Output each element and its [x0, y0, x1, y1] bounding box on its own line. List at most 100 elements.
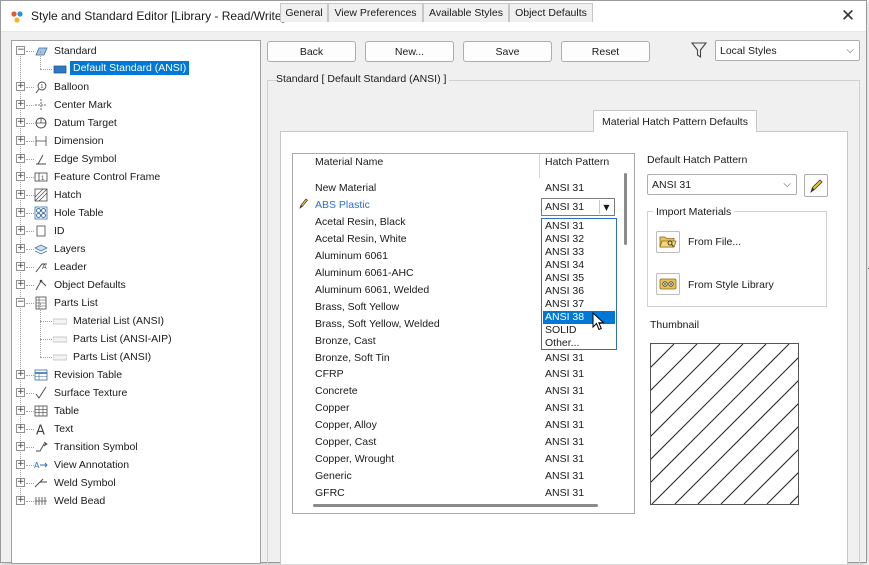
expand-icon[interactable]: +: [16, 460, 25, 469]
expand-icon[interactable]: +: [16, 100, 25, 109]
reset-button[interactable]: Reset: [561, 41, 650, 62]
tree-item-layers[interactable]: + Layers: [12, 240, 260, 258]
expand-icon[interactable]: +: [16, 82, 25, 91]
tab-available-styles[interactable]: Available Styles: [423, 3, 509, 22]
tree-item-table[interactable]: + Table: [12, 402, 260, 420]
default-hatch-dropdown[interactable]: ANSI 31 ⌵: [647, 174, 797, 195]
expand-icon[interactable]: +: [16, 118, 25, 127]
tree-item-weld-bead[interactable]: + Weld Bead: [12, 492, 260, 510]
hatch-pattern-cell[interactable]: ANSI 31: [545, 368, 584, 380]
from-file-button[interactable]: [656, 231, 680, 253]
save-button[interactable]: Save: [463, 41, 552, 62]
hatch-option[interactable]: ANSI 33: [543, 246, 615, 259]
from-file-label[interactable]: From File...: [688, 236, 741, 248]
material-name-cell[interactable]: Copper, Cast: [315, 436, 376, 448]
material-name-cell[interactable]: Bronze, Cast: [315, 335, 376, 347]
tree-item-standard[interactable]: − Standard: [12, 42, 260, 60]
hatch-option[interactable]: ANSI 34: [543, 259, 615, 272]
hatch-pattern-cell[interactable]: ANSI 31: [545, 470, 584, 482]
material-name-cell[interactable]: Copper: [315, 402, 349, 414]
material-name-cell[interactable]: Brass, Soft Yellow, Welded: [315, 318, 440, 330]
new-button[interactable]: New...: [365, 41, 454, 62]
tree-item-hole-table[interactable]: + Hole Table: [12, 204, 260, 222]
filter-icon[interactable]: [691, 41, 707, 59]
expand-icon[interactable]: +: [16, 262, 25, 271]
hatch-option[interactable]: ANSI 32: [543, 233, 615, 246]
style-tree[interactable]: − Standard Default Standard (ANSI) +1 Balloo…: [11, 40, 261, 564]
tree-item-feature-control-frame[interactable]: +1 Feature Control Frame: [12, 168, 260, 186]
tree-item-hatch[interactable]: + Hatch: [12, 186, 260, 204]
collapse-icon[interactable]: −: [16, 46, 25, 55]
tab-object-defaults[interactable]: Object Defaults: [509, 3, 593, 22]
vertical-scroll-thumb[interactable]: [624, 173, 627, 245]
expand-icon[interactable]: +: [16, 478, 25, 487]
tree-item-datum-target[interactable]: + Datum Target: [12, 114, 260, 132]
expand-icon[interactable]: +: [16, 244, 25, 253]
hatch-option[interactable]: ANSI 35: [543, 272, 615, 285]
material-name-cell[interactable]: Aluminum 6061: [315, 250, 388, 262]
tree-item-material-list-ansi[interactable]: Material List (ANSI): [12, 303, 260, 330]
tab-general[interactable]: General: [280, 3, 328, 22]
style-filter-dropdown[interactable]: Local Styles ⌵: [715, 40, 860, 61]
tree-item-center-mark[interactable]: + Center Mark: [12, 96, 260, 114]
hatch-option[interactable]: ANSI 31: [543, 220, 615, 233]
tab-material-hatch-pattern-defaults[interactable]: Material Hatch Pattern Defaults: [593, 110, 757, 132]
material-name-cell[interactable]: Brass, Soft Yellow: [315, 301, 399, 313]
material-name-cell[interactable]: Acetal Resin, Black: [315, 216, 405, 228]
tree-item-parts-list-ansi-aip[interactable]: Parts List (ANSI-AIP): [12, 321, 260, 348]
hatch-pattern-cell[interactable]: ANSI 31: [545, 436, 584, 448]
collapse-icon[interactable]: −: [16, 298, 25, 307]
hatch-pattern-cell-dropdown[interactable]: ANSI 31 ▼: [541, 198, 615, 216]
tree-item-leader[interactable]: + A Leader: [12, 258, 260, 276]
close-button[interactable]: ✕: [836, 5, 860, 27]
material-name-cell[interactable]: ABS Plastic: [315, 199, 370, 211]
hatch-pattern-cell[interactable]: ANSI 31: [545, 352, 584, 364]
tree-item-transition-symbol[interactable]: + Transition Symbol: [12, 438, 260, 456]
expand-icon[interactable]: +: [16, 424, 25, 433]
hatch-pattern-cell[interactable]: ANSI 31: [545, 385, 584, 397]
hatch-pattern-cell[interactable]: ANSI 31: [545, 182, 584, 194]
tree-item-edge-symbol[interactable]: + Edge Symbol: [12, 150, 260, 168]
tree-item-text[interactable]: + A Text: [12, 420, 260, 438]
hatch-pattern-cell[interactable]: ANSI 31: [545, 402, 584, 414]
material-name-cell[interactable]: Generic: [315, 470, 352, 482]
hatch-option[interactable]: ANSI 37: [543, 298, 615, 311]
tree-item-weld-symbol[interactable]: + Weld Symbol: [12, 474, 260, 492]
column-header-hatch[interactable]: Hatch Pattern: [545, 156, 609, 168]
horizontal-scroll-thumb[interactable]: [313, 504, 598, 507]
tab-view-preferences[interactable]: View Preferences: [328, 3, 423, 22]
expand-icon[interactable]: +: [16, 208, 25, 217]
triangle-down-icon[interactable]: ▼: [599, 200, 613, 214]
material-name-cell[interactable]: Bronze, Soft Tin: [315, 352, 390, 364]
from-style-library-label[interactable]: From Style Library: [688, 279, 774, 291]
expand-icon[interactable]: +: [16, 496, 25, 505]
material-name-cell[interactable]: CFRP: [315, 368, 344, 380]
tree-item-id[interactable]: + ID: [12, 222, 260, 240]
material-name-cell[interactable]: Copper, Alloy: [315, 419, 377, 431]
tree-item-default-standard-ansi[interactable]: Default Standard (ANSI): [12, 51, 260, 78]
tree-item-surface-texture[interactable]: + Surface Texture: [12, 384, 260, 402]
expand-icon[interactable]: +: [16, 154, 25, 163]
tree-item-object-defaults[interactable]: + Object Defaults: [12, 276, 260, 294]
expand-icon[interactable]: +: [16, 226, 25, 235]
tree-item-revision-table[interactable]: + Revision Table: [12, 366, 260, 384]
hatch-option[interactable]: ANSI 36: [543, 285, 615, 298]
expand-icon[interactable]: +: [16, 406, 25, 415]
tree-item-view-annotation[interactable]: + A View Annotation: [12, 456, 260, 474]
expand-icon[interactable]: +: [16, 388, 25, 397]
expand-icon[interactable]: +: [16, 442, 25, 451]
material-name-cell[interactable]: Concrete: [315, 385, 358, 397]
hatch-pattern-cell[interactable]: ANSI 31: [545, 453, 584, 465]
tree-item-balloon[interactable]: +1 Balloon: [12, 78, 260, 96]
material-name-cell[interactable]: Aluminum 6061-AHC: [315, 267, 414, 279]
hatch-option[interactable]: Other...: [543, 337, 615, 350]
column-header-material[interactable]: Material Name: [315, 156, 383, 168]
hatch-pattern-cell[interactable]: ANSI 31: [545, 419, 584, 431]
expand-icon[interactable]: +: [16, 370, 25, 379]
material-name-cell[interactable]: New Material: [315, 182, 376, 194]
from-style-library-button[interactable]: [656, 273, 680, 295]
tree-item-parts-list[interactable]: − Parts List: [12, 294, 260, 312]
edit-hatch-button[interactable]: [804, 174, 828, 197]
material-name-cell[interactable]: Aluminum 6061, Welded: [315, 284, 429, 296]
expand-icon[interactable]: +: [16, 190, 25, 199]
